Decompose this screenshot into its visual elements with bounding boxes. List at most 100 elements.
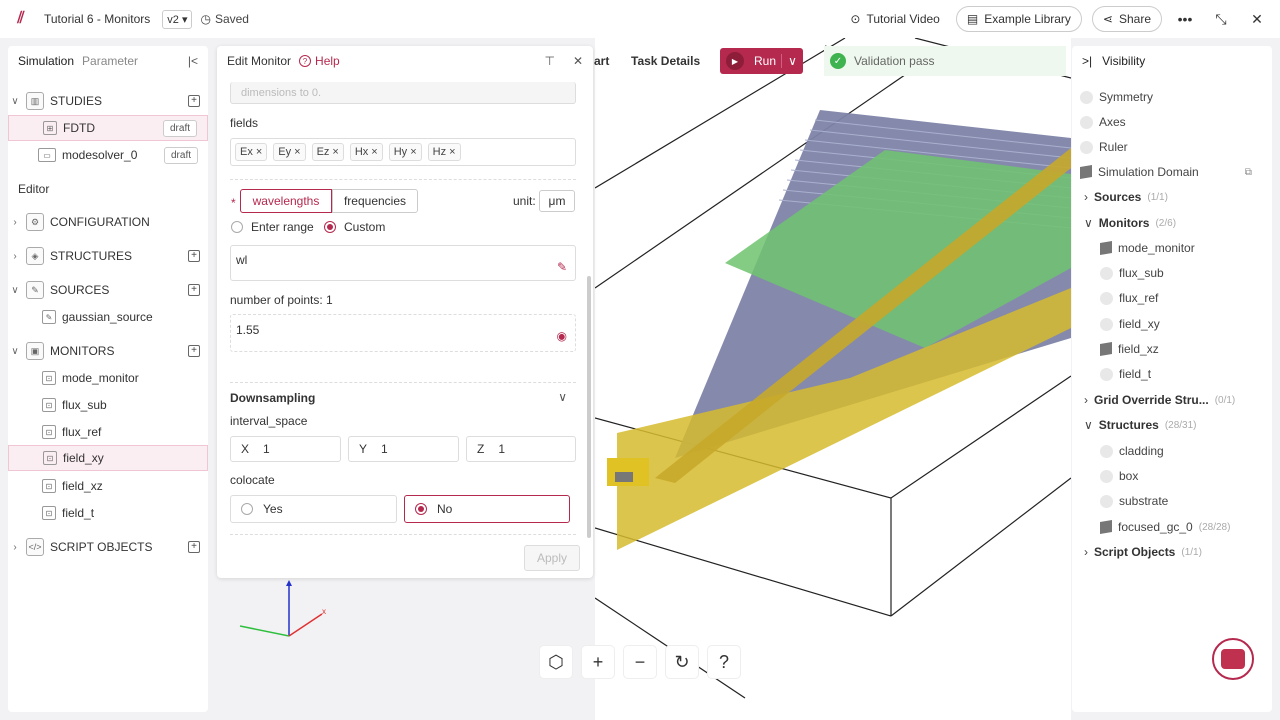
cube-visible-icon[interactable] bbox=[1100, 519, 1112, 535]
visibility-toggle-icon[interactable] bbox=[1100, 317, 1113, 331]
chip-close-icon[interactable]: × bbox=[332, 146, 338, 158]
colocate-yes-option[interactable]: Yes bbox=[230, 495, 397, 523]
vis-symmetry[interactable]: Symmetry bbox=[1080, 90, 1153, 104]
tutorial-video-button[interactable]: ⊙ Tutorial Video bbox=[844, 7, 945, 31]
add-study-button[interactable]: + bbox=[188, 95, 200, 107]
enter-range-option[interactable]: Enter range bbox=[231, 220, 314, 234]
chip-close-icon[interactable]: × bbox=[410, 146, 416, 158]
vis-structure-item[interactable]: cladding bbox=[1100, 444, 1164, 458]
help-link[interactable]: ? Help bbox=[299, 54, 340, 68]
vis-structures-group[interactable]: ∨ Structures (28/31) bbox=[1084, 418, 1197, 432]
tab-parameter[interactable]: Parameter bbox=[82, 54, 138, 68]
chip-close-icon[interactable]: × bbox=[449, 146, 455, 158]
version-select[interactable]: v2 ▾ bbox=[162, 9, 193, 29]
add-source-button[interactable]: + bbox=[188, 284, 200, 296]
collapse-panel-icon[interactable]: |< bbox=[188, 54, 198, 68]
vis-ruler[interactable]: Ruler bbox=[1080, 140, 1128, 154]
interval-x-field[interactable]: X1 bbox=[230, 436, 341, 462]
tree-item-monitor[interactable]: ⊡ flux_ref bbox=[8, 419, 208, 445]
tree-item-monitor[interactable]: ⊡ flux_sub bbox=[8, 392, 208, 418]
cube-visible-icon[interactable] bbox=[1100, 341, 1112, 357]
zoom-in-icon[interactable]: + bbox=[582, 646, 614, 678]
vis-structure-item[interactable]: substrate bbox=[1100, 494, 1168, 508]
vis-axes[interactable]: Axes bbox=[1080, 115, 1126, 129]
field-chip[interactable]: Ey × bbox=[273, 143, 306, 161]
reset-view-icon[interactable]: ↻ bbox=[666, 646, 698, 678]
radio-custom[interactable] bbox=[324, 221, 336, 233]
chevron-down-icon[interactable]: ∨ bbox=[1084, 418, 1093, 432]
share-button[interactable]: ⋖ Share bbox=[1091, 6, 1162, 32]
field-chip[interactable]: Hz × bbox=[427, 143, 461, 161]
chat-button[interactable] bbox=[1212, 638, 1254, 680]
chevron-right-icon[interactable]: › bbox=[8, 251, 22, 262]
visibility-toggle-icon[interactable] bbox=[1100, 266, 1113, 280]
add-script-button[interactable]: + bbox=[188, 541, 200, 553]
vis-simulation-domain[interactable]: Simulation Domain ⧉ bbox=[1080, 164, 1252, 180]
example-library-button[interactable]: ▤ Example Library bbox=[955, 6, 1082, 32]
vis-monitor-item[interactable]: field_t bbox=[1100, 367, 1151, 381]
chevron-right-icon[interactable]: › bbox=[1084, 545, 1088, 559]
fields-multiselect[interactable]: Ex × Ey × Ez × Hx × Hy × Hz × bbox=[230, 138, 576, 166]
vis-structure-item[interactable]: focused_gc_0 (28/28) bbox=[1100, 519, 1230, 535]
cube-visible-icon[interactable] bbox=[1100, 240, 1112, 256]
tab-simulation[interactable]: Simulation bbox=[18, 54, 74, 68]
visibility-toggle-icon[interactable] bbox=[1100, 291, 1113, 305]
radio-no[interactable] bbox=[415, 503, 427, 515]
domain-options-icon[interactable]: ⧉ bbox=[1245, 167, 1252, 178]
unit-select[interactable]: μm bbox=[539, 190, 575, 212]
wavelength-expression-field[interactable]: wl ✎ bbox=[230, 245, 576, 281]
visibility-toggle-icon[interactable] bbox=[1080, 90, 1093, 104]
frequencies-toggle[interactable]: frequencies bbox=[332, 189, 418, 213]
add-monitor-button[interactable]: + bbox=[188, 345, 200, 357]
chevron-down-icon[interactable]: ∨ bbox=[1084, 216, 1093, 230]
tree-item-fdtd[interactable]: ⊞ FDTD draft bbox=[8, 115, 208, 141]
tree-item-monitor-selected[interactable]: ⊡ field_xy bbox=[8, 445, 208, 471]
close-panel-icon[interactable]: ✕ bbox=[573, 54, 583, 68]
chevron-right-icon[interactable]: › bbox=[8, 217, 22, 228]
tree-monitors[interactable]: ∨ ▣ MONITORS + bbox=[8, 338, 208, 364]
vis-grid-override-group[interactable]: › Grid Override Stru... (0/1) bbox=[1084, 393, 1235, 407]
colocate-no-option[interactable]: No bbox=[404, 495, 570, 523]
points-value-field[interactable]: 1.55 ◉ bbox=[230, 314, 576, 352]
field-chip[interactable]: Hy × bbox=[388, 143, 422, 161]
vis-monitor-item[interactable]: mode_monitor bbox=[1100, 240, 1195, 256]
project-title[interactable]: Tutorial 6 - Monitors bbox=[44, 12, 150, 26]
run-dropdown-icon[interactable]: ∨ bbox=[781, 54, 803, 68]
chevron-right-icon[interactable]: › bbox=[8, 542, 22, 553]
tree-item-monitor[interactable]: ⊡ mode_monitor bbox=[8, 365, 208, 391]
tree-script-objects[interactable]: › </> SCRIPT OBJECTS + bbox=[8, 534, 208, 560]
fullscreen-icon[interactable]: ⤡ bbox=[1208, 6, 1234, 32]
expand-panel-icon[interactable]: >| bbox=[1082, 54, 1092, 68]
pin-top-icon[interactable]: ⊤ bbox=[544, 54, 554, 68]
interval-z-field[interactable]: Z1 bbox=[466, 436, 576, 462]
apply-button[interactable]: Apply bbox=[524, 545, 580, 571]
tree-structures[interactable]: › ◈ STRUCTURES + bbox=[8, 243, 208, 269]
eye-icon[interactable]: ◉ bbox=[557, 329, 567, 343]
add-structure-button[interactable]: + bbox=[188, 250, 200, 262]
tree-item-gaussian-source[interactable]: ✎ gaussian_source bbox=[8, 304, 208, 330]
vis-monitor-item[interactable]: flux_ref bbox=[1100, 291, 1158, 305]
chevron-down-icon[interactable]: ∨ bbox=[558, 390, 567, 404]
chip-close-icon[interactable]: × bbox=[294, 146, 300, 158]
help-icon[interactable]: ? bbox=[708, 646, 740, 678]
run-button[interactable]: ▶ Run ∨ bbox=[720, 48, 803, 74]
tree-studies[interactable]: ∨ ▥ STUDIES + bbox=[8, 88, 208, 114]
edit-pencil-icon[interactable]: ✎ bbox=[557, 260, 567, 274]
tree-item-modesolver[interactable]: ▭ modesolver_0 draft bbox=[8, 142, 208, 168]
field-chip[interactable]: Ez × bbox=[311, 143, 344, 161]
task-details-tab[interactable]: Task Details bbox=[631, 54, 700, 68]
vis-monitor-item[interactable]: flux_sub bbox=[1100, 266, 1164, 280]
vis-sources-group[interactable]: › Sources (1/1) bbox=[1084, 190, 1168, 204]
viewport-canvas[interactable] bbox=[595, 38, 1071, 720]
cube-visible-icon[interactable] bbox=[1080, 164, 1092, 180]
wavelengths-toggle[interactable]: wavelengths bbox=[240, 189, 332, 213]
field-chip[interactable]: Hx × bbox=[349, 143, 383, 161]
vis-script-objects-group[interactable]: › Script Objects (1/1) bbox=[1084, 545, 1202, 559]
vis-structure-item[interactable]: box bbox=[1100, 469, 1138, 483]
visibility-toggle-icon[interactable] bbox=[1100, 367, 1113, 381]
visibility-toggle-icon[interactable] bbox=[1080, 140, 1093, 154]
vis-monitors-group[interactable]: ∨ Monitors (2/6) bbox=[1084, 216, 1176, 230]
chip-close-icon[interactable]: × bbox=[256, 146, 262, 158]
visibility-toggle-icon[interactable] bbox=[1100, 469, 1113, 483]
more-icon[interactable]: ••• bbox=[1172, 6, 1198, 32]
